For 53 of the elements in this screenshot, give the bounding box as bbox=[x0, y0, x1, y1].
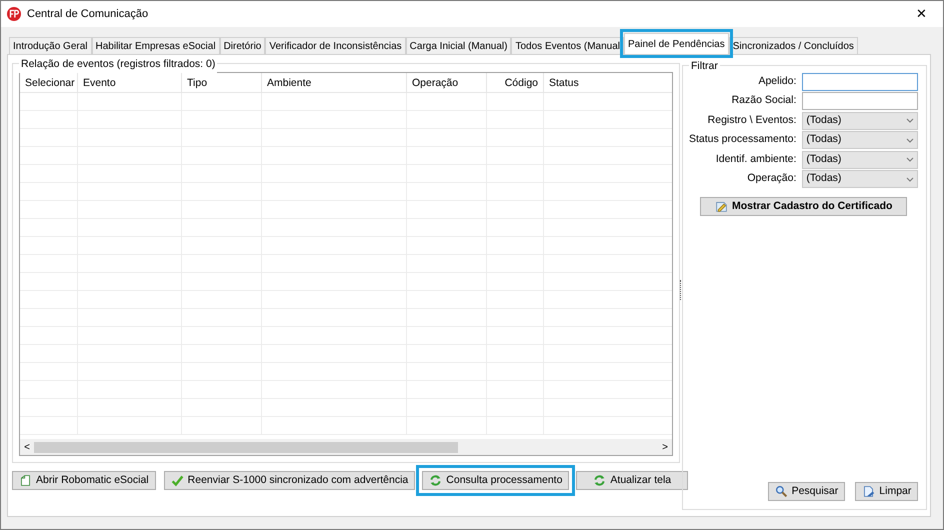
scroll-left-arrow[interactable]: < bbox=[20, 440, 34, 454]
column-header[interactable]: Status bbox=[544, 73, 672, 92]
action-button[interactable]: Reenviar S-1000 sincronizado com advertência bbox=[164, 471, 416, 490]
group-title: Relação de eventos (registros filtrados: 0) bbox=[19, 57, 218, 73]
action-button[interactable]: Atualizar tela bbox=[576, 471, 688, 490]
caret-icon bbox=[906, 176, 914, 182]
check-icon bbox=[170, 474, 184, 487]
splitter-handle[interactable] bbox=[680, 280, 682, 300]
document-icon bbox=[19, 474, 32, 487]
app-logo-icon bbox=[7, 7, 21, 21]
field-label: Operação: bbox=[747, 171, 796, 186]
column-header[interactable]: Evento bbox=[78, 73, 182, 92]
close-button[interactable]: ✕ bbox=[906, 4, 937, 24]
dropdown[interactable]: (Todas) bbox=[802, 170, 918, 188]
field-label: Identif. ambiente: bbox=[716, 152, 796, 167]
certificate-button[interactable]: Mostrar Cadastro do Certificado bbox=[700, 197, 908, 216]
column-header[interactable]: Tipo bbox=[182, 73, 262, 92]
caret-icon bbox=[906, 157, 914, 162]
search-button[interactable]: Pesquisar bbox=[768, 482, 846, 501]
scroll-right-arrow[interactable]: > bbox=[658, 440, 672, 454]
dropdown[interactable]: (Todas) bbox=[802, 150, 918, 169]
column-header[interactable]: Ambiente bbox=[262, 73, 407, 92]
caret-icon bbox=[906, 138, 914, 143]
column-header[interactable]: Código bbox=[487, 73, 544, 92]
tab[interactable]: Introdução Geral bbox=[9, 37, 92, 54]
field-label: Registro \ Eventos: bbox=[708, 112, 796, 128]
window-title: Central de Comunicação bbox=[27, 6, 148, 22]
tab[interactable]: Sincronizados / Concluídos bbox=[728, 37, 858, 54]
column-header[interactable]: Selecionar bbox=[20, 73, 78, 92]
field-label: Razão Social: bbox=[732, 93, 796, 108]
tab[interactable]: Carga Inicial (Manual) bbox=[406, 37, 512, 54]
tab[interactable]: Verificador de Inconsistências bbox=[265, 37, 406, 54]
action-button[interactable]: Abrir Robomatic eSocial bbox=[12, 471, 156, 490]
tab[interactable]: Painel de Pendências bbox=[624, 33, 729, 54]
refresh-icon bbox=[429, 474, 442, 487]
dropdown[interactable]: (Todas) bbox=[802, 131, 918, 150]
action-button[interactable]: Consulta processamento bbox=[422, 471, 570, 490]
field-label: Apelido: bbox=[758, 74, 796, 89]
scrollbar[interactable]: < > bbox=[20, 439, 672, 455]
tab[interactable]: Todos Eventos (Manual bbox=[511, 37, 624, 54]
page-icon bbox=[862, 485, 876, 498]
refresh-icon bbox=[593, 474, 606, 487]
search-icon bbox=[774, 485, 788, 498]
dropdown[interactable]: (Todas) bbox=[802, 112, 918, 130]
caret-icon bbox=[906, 118, 914, 124]
input-field[interactable] bbox=[802, 92, 918, 110]
clear-button[interactable]: Limpar bbox=[855, 482, 918, 501]
field-label: Status processamento: bbox=[689, 132, 796, 148]
column-header[interactable]: Operação bbox=[407, 73, 487, 92]
tab[interactable]: Habilitar Empresas eSocial bbox=[92, 37, 220, 54]
input-field[interactable] bbox=[802, 72, 918, 91]
tab[interactable]: Diretório bbox=[220, 37, 266, 54]
certificate-icon bbox=[714, 200, 728, 213]
